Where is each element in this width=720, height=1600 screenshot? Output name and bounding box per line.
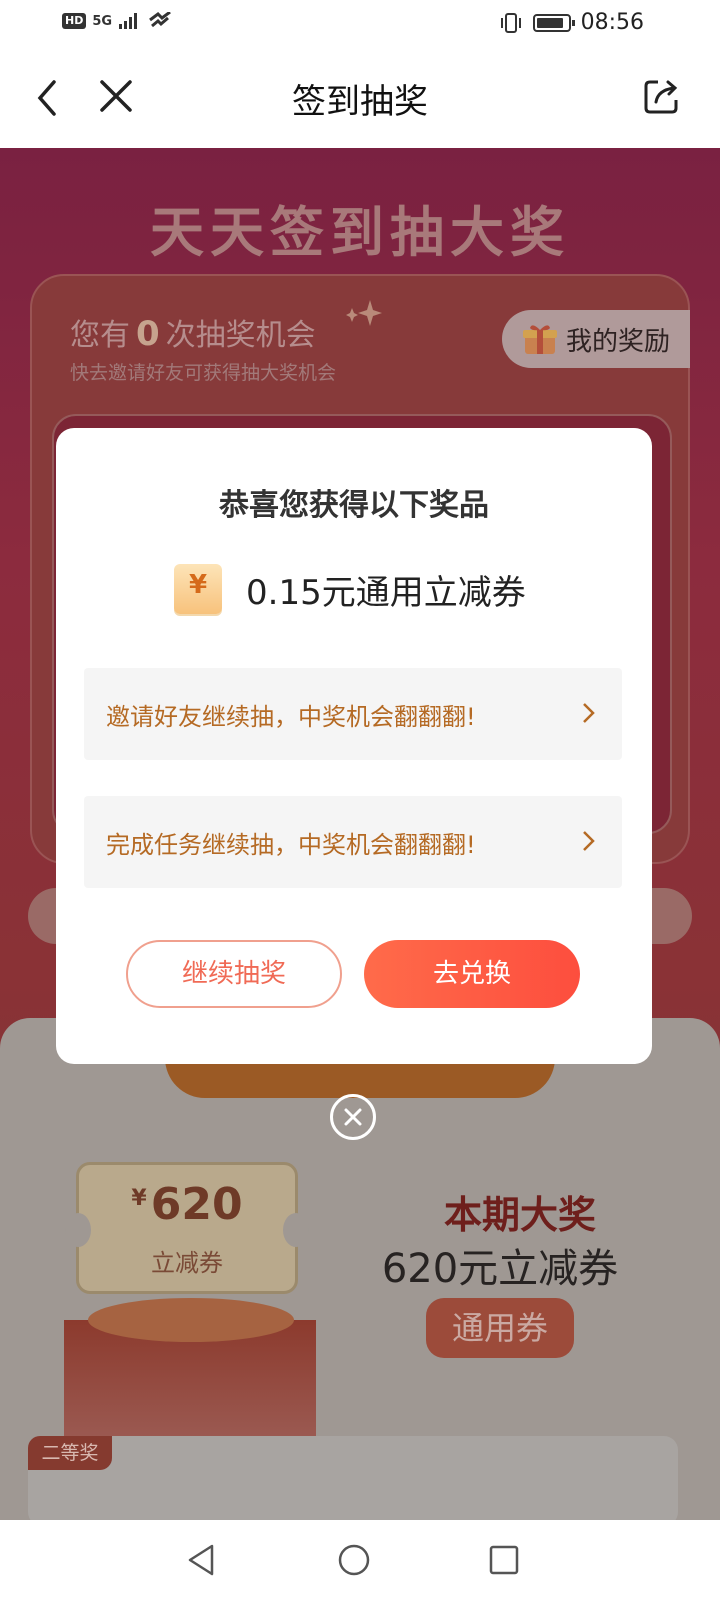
continue-draw-button[interactable]: 继续抽奖 — [126, 940, 342, 1008]
redeem-button[interactable]: 去兑换 — [364, 940, 580, 1008]
won-prize: ¥ 0.15元通用立减券 — [174, 564, 526, 614]
system-navigation-bar — [0, 1520, 720, 1600]
chance-count: 0 — [136, 314, 160, 354]
page-title: 签到抽奖 — [292, 82, 428, 122]
chance-suffix: 次抽奖机会 — [165, 318, 316, 353]
recents-square-icon[interactable] — [486, 1542, 522, 1578]
second-prize-card — [28, 1436, 678, 1526]
status-right: 08:56 — [499, 10, 644, 35]
pedestal-top — [88, 1298, 294, 1342]
status-left: HD 5G — [62, 12, 172, 30]
complete-tasks-text: 完成任务继续抽，中奖机会翻翻翻! — [106, 830, 476, 859]
grand-prize-tag: 通用券 — [426, 1298, 574, 1358]
battery-icon — [532, 13, 575, 32]
ticket-price: ¥620 — [79, 1179, 295, 1230]
chance-prefix: 您有 — [70, 318, 130, 353]
banner-title: 天天签到抽大奖 — [150, 201, 570, 264]
chance-hint: 快去邀请好友可获得抽大奖机会 — [70, 362, 337, 384]
prize-dialog: 恭喜您获得以下奖品 ¥ 0.15元通用立减券 邀请好友继续抽，中奖机会翻翻翻! … — [56, 428, 652, 1064]
second-prize-tag: 二等奖 — [28, 1436, 112, 1470]
invite-friends-text: 邀请好友继续抽，中奖机会翻翻翻! — [106, 702, 476, 731]
grand-prize-title: 本期大奖 — [443, 1193, 596, 1237]
coupon-yen-symbol: ¥ — [188, 570, 208, 600]
signal-icon — [119, 13, 138, 29]
home-circle-icon[interactable] — [336, 1542, 372, 1578]
sparkle-icon — [346, 300, 382, 326]
grand-prize-name: 620元立减券 — [381, 1246, 619, 1292]
dialog-title: 恭喜您获得以下奖品 — [219, 488, 489, 523]
back-triangle-icon[interactable] — [184, 1542, 220, 1578]
gift-icon — [523, 325, 557, 354]
ticket-label: 立减券 — [151, 1249, 223, 1277]
my-rewards-button[interactable]: 我的奖励 — [502, 310, 690, 368]
hd-badge: HD — [62, 13, 87, 29]
dialog-close-button[interactable] — [330, 1094, 376, 1140]
grand-prize-ticket: ¥620 立减券 — [65, 1162, 309, 1294]
chevron-right-icon — [583, 831, 595, 851]
wifi-icon — [149, 12, 171, 28]
network-type-label: 5G — [92, 13, 113, 29]
screen: HD 5G 08:56 签到抽奖 天天签到抽大奖 您有 0 次抽奖机会 快去邀请… — [0, 0, 720, 1600]
close-icon — [344, 1108, 362, 1126]
ticket-currency: ¥ — [131, 1186, 147, 1211]
chevron-right-icon — [583, 703, 595, 723]
coupon-icon: ¥ — [174, 564, 222, 614]
clock: 08:56 — [580, 10, 644, 35]
chance-text: 您有 0 次抽奖机会 — [70, 310, 316, 354]
won-prize-text: 0.15元通用立减券 — [246, 572, 526, 613]
my-rewards-label: 我的奖励 — [566, 326, 671, 357]
share-icon[interactable] — [642, 76, 682, 116]
invite-friends-row[interactable]: 邀请好友继续抽，中奖机会翻翻翻! — [84, 668, 622, 760]
status-bar: HD 5G 08:56 — [0, 0, 720, 48]
complete-tasks-row[interactable]: 完成任务继续抽，中奖机会翻翻翻! — [84, 796, 622, 888]
vibrate-icon — [500, 12, 521, 33]
ticket-amount: 620 — [150, 1179, 243, 1230]
top-navbar: 签到抽奖 — [0, 48, 720, 148]
